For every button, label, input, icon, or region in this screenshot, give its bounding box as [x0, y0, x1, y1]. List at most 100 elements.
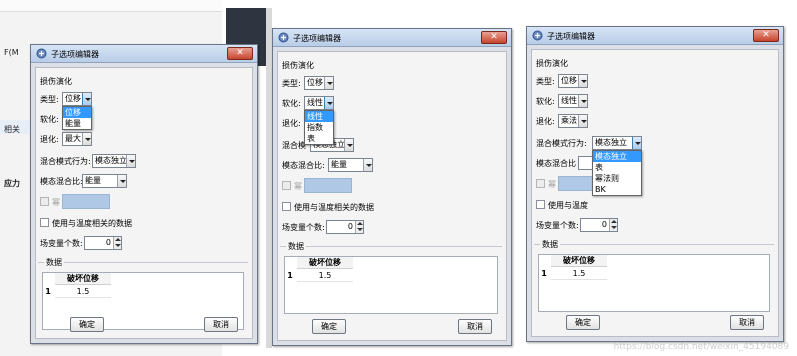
close-button[interactable]: ✕	[481, 31, 507, 44]
dropdown-list[interactable]: 模态独立表幂法则 BK	[592, 150, 642, 196]
dropdown-option[interactable]: 能量	[63, 118, 91, 129]
softening-combo[interactable]: 线性	[558, 94, 588, 108]
mixed-mode-label: 混合模式行为:	[536, 139, 587, 148]
combo-value: 乘法	[561, 116, 577, 125]
dialog-client-area: 损伤演化 类型: 位移 软化: 线性 退化: 乘法 混合模式行为: 模态独立 模态混合比幂使用与温…	[531, 49, 779, 337]
temperature-checkbox[interactable]	[536, 200, 545, 209]
spinner-arrows-icon[interactable]	[113, 237, 121, 249]
data-group-label: 数据	[286, 241, 306, 252]
dropdown-option[interactable]: 模态独立	[593, 151, 641, 162]
cancel-button[interactable]: 取消	[458, 319, 492, 334]
chevron-down-icon[interactable]	[324, 77, 333, 89]
dropdown-list[interactable]: 位移 能量	[62, 106, 92, 130]
combo-value: 模态独立	[95, 156, 127, 165]
app-icon	[36, 48, 47, 59]
dialog-client-area: 损伤演化类型:位移软化:线性退化:混合模模态独立模态混合比:能量幂使用与温度相关…	[277, 51, 507, 341]
field-variables-spinner[interactable]: 0	[580, 218, 618, 232]
data-group-border	[280, 246, 502, 247]
chevron-down-icon[interactable]	[578, 115, 587, 127]
dialog-titlebar[interactable]: 子选项编辑器 ✕	[31, 45, 257, 63]
chevron-down-icon[interactable]	[578, 75, 587, 87]
power-label: 幂	[548, 180, 556, 189]
dialog-title: 子选项编辑器	[51, 50, 99, 59]
background-label-fragment-2: 应力	[4, 179, 20, 188]
chevron-down-icon[interactable]	[632, 137, 641, 149]
field-variables-spinner[interactable]: 0	[326, 220, 364, 234]
data-table[interactable]: 破坏位移 1 1.5	[284, 256, 498, 314]
section-label-damage-evolution: 损伤演化	[282, 61, 314, 70]
dropdown-option[interactable]: 幂法则	[593, 173, 641, 184]
chevron-down-icon[interactable]	[344, 139, 353, 151]
data-group-border	[38, 262, 248, 263]
dropdown-list[interactable]: 线性 指数表	[304, 110, 334, 145]
combo-value: 线性	[307, 98, 323, 107]
field-variables-label: 场变量个数:	[282, 223, 325, 232]
power-checkbox[interactable]	[282, 181, 291, 190]
mode-mix-combo[interactable]: 能量	[82, 174, 127, 188]
mixed-mode-label: 混合模	[282, 141, 306, 150]
softening-label: 软化:	[536, 97, 555, 106]
softening-combo[interactable]: 线性	[304, 96, 334, 110]
table-cell[interactable]: 1.5	[297, 270, 353, 282]
power-field	[62, 194, 110, 209]
type-combo[interactable]: 位移	[558, 74, 588, 88]
spinner-arrows-icon[interactable]	[609, 219, 617, 231]
close-button[interactable]: ✕	[227, 47, 253, 60]
suboption-editor-dialog: 子选项编辑器✕损伤演化类型:位移软化:线性退化:最大混合模式行为:模态独立模态混…	[30, 44, 258, 344]
dropdown-option[interactable]: BK	[593, 184, 641, 195]
table-column-header[interactable]: 破坏位移	[55, 273, 111, 285]
dialog-title: 子选项编辑器	[293, 34, 341, 43]
power-checkbox[interactable]	[536, 179, 545, 188]
background-menubar	[0, 0, 222, 12]
combo-value: 位移	[307, 78, 323, 87]
dropdown-option[interactable]: 线性	[305, 111, 333, 122]
combo-value: 位移	[65, 94, 81, 103]
mixed-mode-label: 混合模式行为:	[40, 157, 91, 166]
table-cell[interactable]: 1.5	[55, 286, 111, 298]
chevron-down-icon[interactable]	[126, 155, 135, 167]
degradation-combo[interactable]: 最大	[62, 132, 92, 146]
ok-button[interactable]: 确定	[566, 315, 600, 330]
close-button[interactable]: ✕	[753, 29, 779, 42]
spinner-value: 0	[105, 238, 111, 247]
data-table[interactable]: 破坏位移 1 1.5	[538, 254, 770, 312]
table-row-number: 1	[287, 271, 293, 280]
chevron-down-icon[interactable]	[324, 97, 333, 109]
app-icon	[278, 32, 289, 43]
dropdown-option[interactable]: 指数	[305, 122, 333, 133]
cancel-button[interactable]: 取消	[730, 315, 764, 330]
type-combo[interactable]: 位移	[62, 92, 92, 106]
cancel-button[interactable]: 取消	[204, 317, 238, 332]
degradation-combo[interactable]: 乘法	[558, 114, 588, 128]
mode-mix-combo[interactable]: 能量	[328, 158, 373, 172]
dropdown-option[interactable]: 位移	[63, 107, 91, 118]
chevron-down-icon[interactable]	[117, 175, 126, 187]
dropdown-option[interactable]: 表	[305, 133, 333, 144]
background-label-fragment: 相关	[4, 125, 20, 134]
data-group-label: 数据	[540, 239, 560, 250]
table-column-header[interactable]: 破坏位移	[551, 255, 607, 267]
field-variables-spinner[interactable]: 0	[84, 236, 122, 250]
chevron-down-icon[interactable]	[578, 95, 587, 107]
spinner-arrows-icon[interactable]	[355, 221, 363, 233]
table-cell[interactable]: 1.5	[551, 268, 607, 280]
ok-button[interactable]: 确定	[312, 319, 346, 334]
mixed-mode-combo[interactable]: 模态独立	[592, 136, 642, 150]
ok-button[interactable]: 确定	[70, 317, 104, 332]
close-icon: ✕	[762, 30, 770, 40]
chevron-down-icon[interactable]	[363, 159, 372, 171]
dialog-titlebar[interactable]: 子选项编辑器 ✕	[527, 27, 783, 45]
table-column-header[interactable]: 破坏位移	[297, 257, 353, 269]
chevron-down-icon[interactable]	[82, 93, 91, 105]
temperature-checkbox[interactable]	[40, 218, 49, 227]
dialog-titlebar[interactable]: 子选项编辑器 ✕	[273, 29, 511, 47]
mode-mix-label: 模态混合比:	[282, 161, 325, 170]
background-menu-fragment: F(M	[4, 48, 19, 57]
chevron-down-icon[interactable]	[82, 133, 91, 145]
mixed-mode-combo[interactable]: 模态独立	[92, 154, 136, 168]
type-combo[interactable]: 位移	[304, 76, 334, 90]
temperature-checkbox[interactable]	[282, 202, 291, 211]
power-checkbox[interactable]	[40, 197, 49, 206]
dropdown-option[interactable]: 表	[593, 162, 641, 173]
type-label: 类型:	[282, 79, 301, 88]
